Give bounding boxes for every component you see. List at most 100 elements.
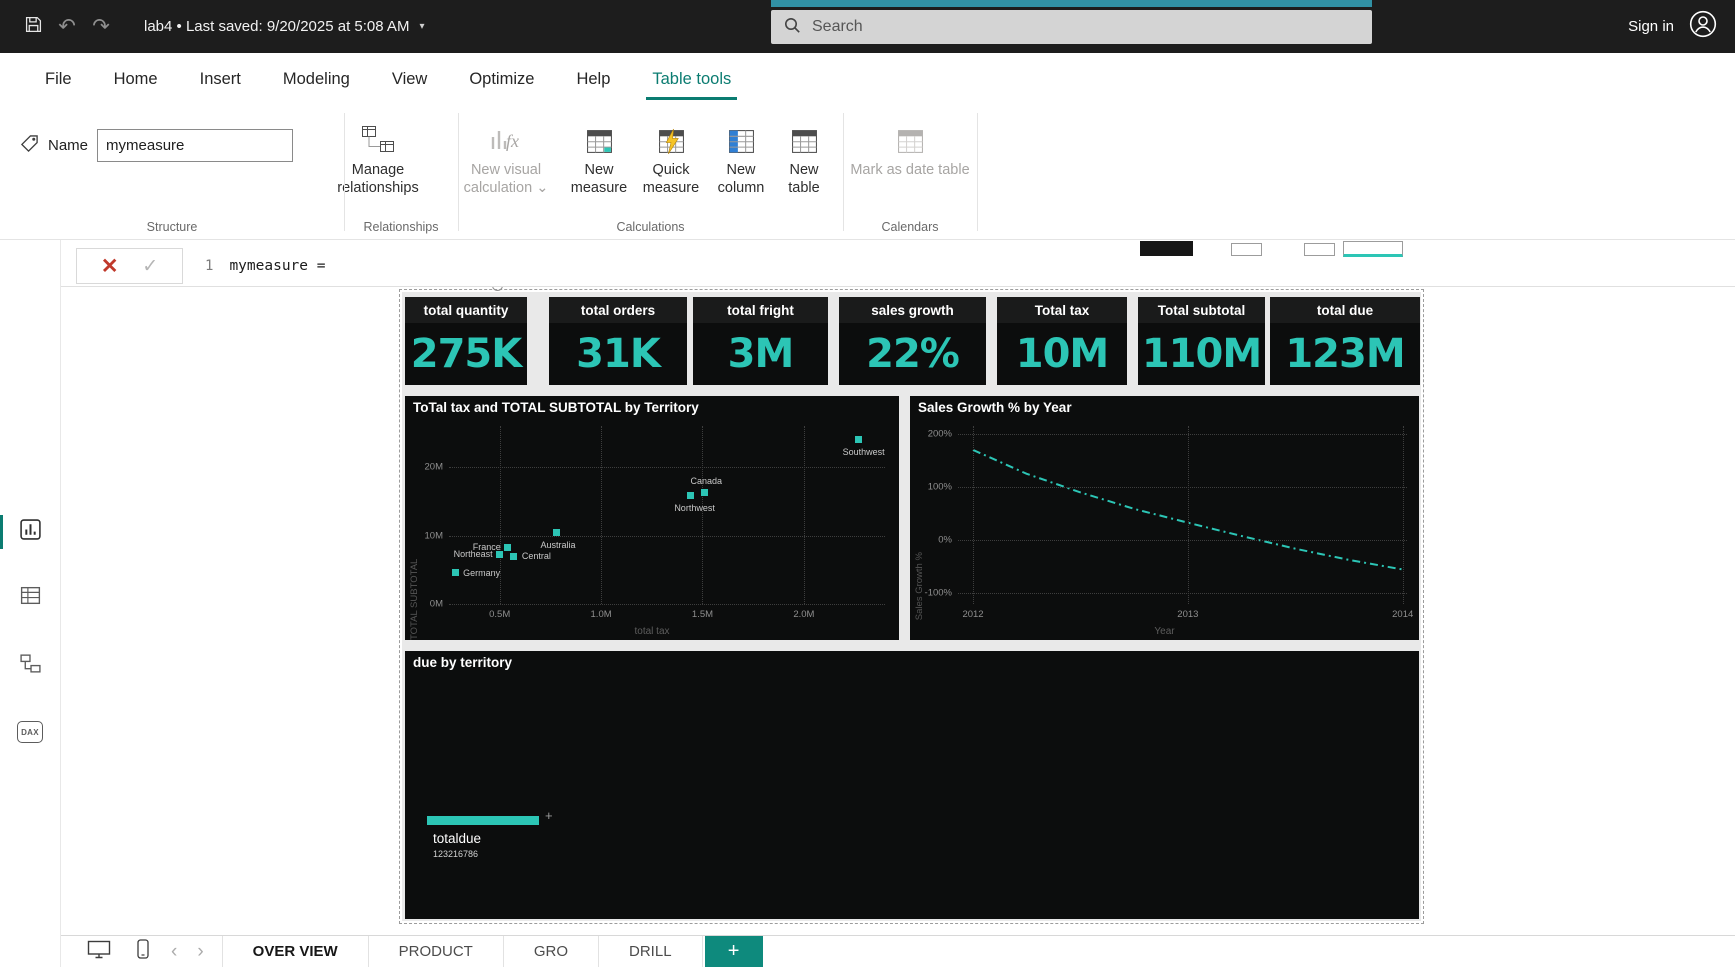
new-measure-button[interactable]: New measure [566, 117, 632, 197]
group-separator [843, 113, 844, 231]
ribbon-tab-help[interactable]: Help [555, 53, 631, 105]
save-button[interactable] [16, 10, 50, 44]
add-page-button[interactable]: + [704, 936, 763, 967]
quick-measure-label: Quick measure [642, 162, 700, 196]
scatter-y-axis-title: TOTAL SUBTOTAL [409, 558, 420, 640]
page-tab-drill[interactable]: DRILL [599, 936, 703, 967]
new-visual-calculation-label: New visual calculation ⌄ [463, 162, 549, 196]
x-tick-label: 2.0M [793, 609, 815, 620]
mobile-layout-button[interactable] [137, 936, 149, 967]
bar-chart-visual[interactable]: due by territory + totaldue 123216786 [405, 651, 1419, 919]
fx-chart-icon: fx [489, 117, 523, 155]
line-chart-visual[interactable]: Sales Growth % by Year Sales Growth % 20… [910, 396, 1419, 640]
ribbon-tab-file[interactable]: File [24, 53, 93, 105]
name-input[interactable] [97, 129, 294, 162]
page-tab-overview[interactable]: OVER VIEW [221, 936, 369, 967]
y-tick-label: 20M [424, 461, 443, 473]
page-tab-product[interactable]: PRODUCT [369, 936, 504, 967]
page-tab-gro[interactable]: GRO [504, 936, 600, 967]
bar-chart-title: due by territory [413, 655, 513, 670]
x-tick-label: 2013 [1177, 609, 1199, 620]
cancel-formula-button[interactable]: ✕ [101, 254, 119, 279]
scatter-visual[interactable]: ToTal tax and TOTAL SUBTOTAL by Territor… [405, 396, 899, 640]
search-input[interactable] [810, 17, 1372, 37]
gridline [449, 604, 885, 605]
new-measure-icon [586, 117, 613, 155]
report-view-button[interactable] [0, 510, 60, 554]
page-tabs: OVER VIEW PRODUCT GRO DRILL [221, 936, 703, 967]
card-title: total quantity [405, 297, 527, 323]
kpi-card-total-tax[interactable]: Total tax 10M [997, 297, 1127, 385]
group-label-calendars: Calendars [881, 220, 939, 234]
scatter-title: ToTal tax and TOTAL SUBTOTAL by Territor… [413, 400, 699, 415]
y-tick-label: 0M [429, 598, 443, 610]
ribbon-tab-table-tools[interactable]: Table tools [631, 53, 752, 105]
ribbon-tab-modeling[interactable]: Modeling [262, 53, 371, 105]
previous-page-button[interactable]: ‹ [171, 941, 177, 963]
card-value: 110M [1141, 331, 1262, 377]
gridline [702, 426, 704, 604]
mark-as-date-table-button[interactable]: Mark as date table [850, 117, 970, 180]
group-separator [977, 113, 978, 231]
search-accent-bar [771, 0, 1372, 7]
line-series[interactable] [958, 426, 1407, 604]
phone-icon [137, 939, 149, 964]
kpi-card-total-orders[interactable]: total orders 31K [549, 297, 687, 385]
x-tick-label: 0.5M [489, 609, 511, 620]
title-bar-left: ↶ ↷ lab4 • Last saved: 9/20/2025 at 5:08… [16, 0, 424, 53]
kpi-card-total-subtotal[interactable]: Total subtotal 110M [1138, 297, 1265, 385]
save-icon [25, 16, 42, 38]
gridline [449, 467, 885, 469]
line-chart-title: Sales Growth % by Year [918, 400, 1072, 415]
card-value: 3M [727, 331, 795, 377]
date-table-icon [897, 117, 924, 155]
y-tick-label: 0% [938, 534, 952, 546]
document-title-dropdown[interactable]: lab4 • Last saved: 9/20/2025 at 5:08 AM … [144, 18, 424, 35]
card-title: total fright [693, 297, 828, 323]
gridline [958, 433, 1407, 435]
report-page[interactable]: total quantity 275K total orders 31K tot… [399, 287, 1424, 924]
y-tick-label: 10M [424, 530, 443, 542]
new-column-icon [728, 117, 755, 155]
dax-query-view-button[interactable]: DAX [0, 710, 60, 754]
x-tick-label: 2012 [962, 609, 984, 620]
sign-in-button[interactable]: Sign in [1628, 18, 1674, 35]
title-bar: ↶ ↷ lab4 • Last saved: 9/20/2025 at 5:08… [0, 0, 1735, 53]
plus-marker-icon: + [545, 808, 553, 823]
commit-formula-button[interactable]: ✓ [142, 255, 158, 278]
formula-input[interactable]: mymeasure = [229, 258, 325, 274]
desktop-layout-button[interactable] [87, 936, 111, 967]
account-avatar-icon[interactable] [1689, 10, 1717, 43]
ribbon-tab-optimize[interactable]: Optimize [448, 53, 555, 105]
title-bar-right: Sign in [1628, 0, 1717, 53]
manage-relationships-button[interactable]: Manage relationships [318, 117, 438, 197]
search-box[interactable] [771, 10, 1372, 44]
ribbon-tab-view[interactable]: View [371, 53, 448, 105]
territory-bar[interactable] [427, 816, 539, 825]
ribbon-tab-insert[interactable]: Insert [179, 53, 262, 105]
new-visual-calculation-button[interactable]: fx New visual calculation ⌄ [450, 117, 562, 197]
undo-button[interactable]: ↶ [50, 10, 84, 44]
new-table-button[interactable]: New table [776, 117, 832, 197]
formula-bar: ✕ ✓ 1 mymeasure = [61, 246, 1735, 287]
data-view-button[interactable] [0, 576, 60, 620]
powerbi-desktop-window: ↶ ↷ lab4 • Last saved: 9/20/2025 at 5:08… [0, 0, 1735, 967]
kpi-card-total-quantity[interactable]: total quantity 275K [405, 297, 527, 385]
quick-measure-button[interactable]: Quick measure [636, 117, 706, 197]
kpi-card-total-fright[interactable]: total fright 3M [693, 297, 828, 385]
new-table-icon [791, 117, 818, 155]
new-column-button[interactable]: New column [708, 117, 774, 197]
card-value: 22% [866, 331, 960, 377]
model-view-button[interactable] [0, 644, 60, 688]
redo-icon: ↷ [92, 15, 110, 38]
dax-query-view-icon: DAX [17, 721, 43, 743]
next-page-button[interactable]: › [197, 941, 203, 963]
x-tick-label: 1.0M [590, 609, 612, 620]
kpi-card-total-due[interactable]: total due 123M [1270, 297, 1420, 385]
redo-button[interactable]: ↷ [84, 10, 118, 44]
ribbon-tab-home[interactable]: Home [93, 53, 179, 105]
name-label: Name [48, 137, 89, 154]
card-title: total orders [549, 297, 687, 323]
group-separator [458, 113, 459, 231]
kpi-card-sales-growth[interactable]: sales growth 22% [839, 297, 986, 385]
